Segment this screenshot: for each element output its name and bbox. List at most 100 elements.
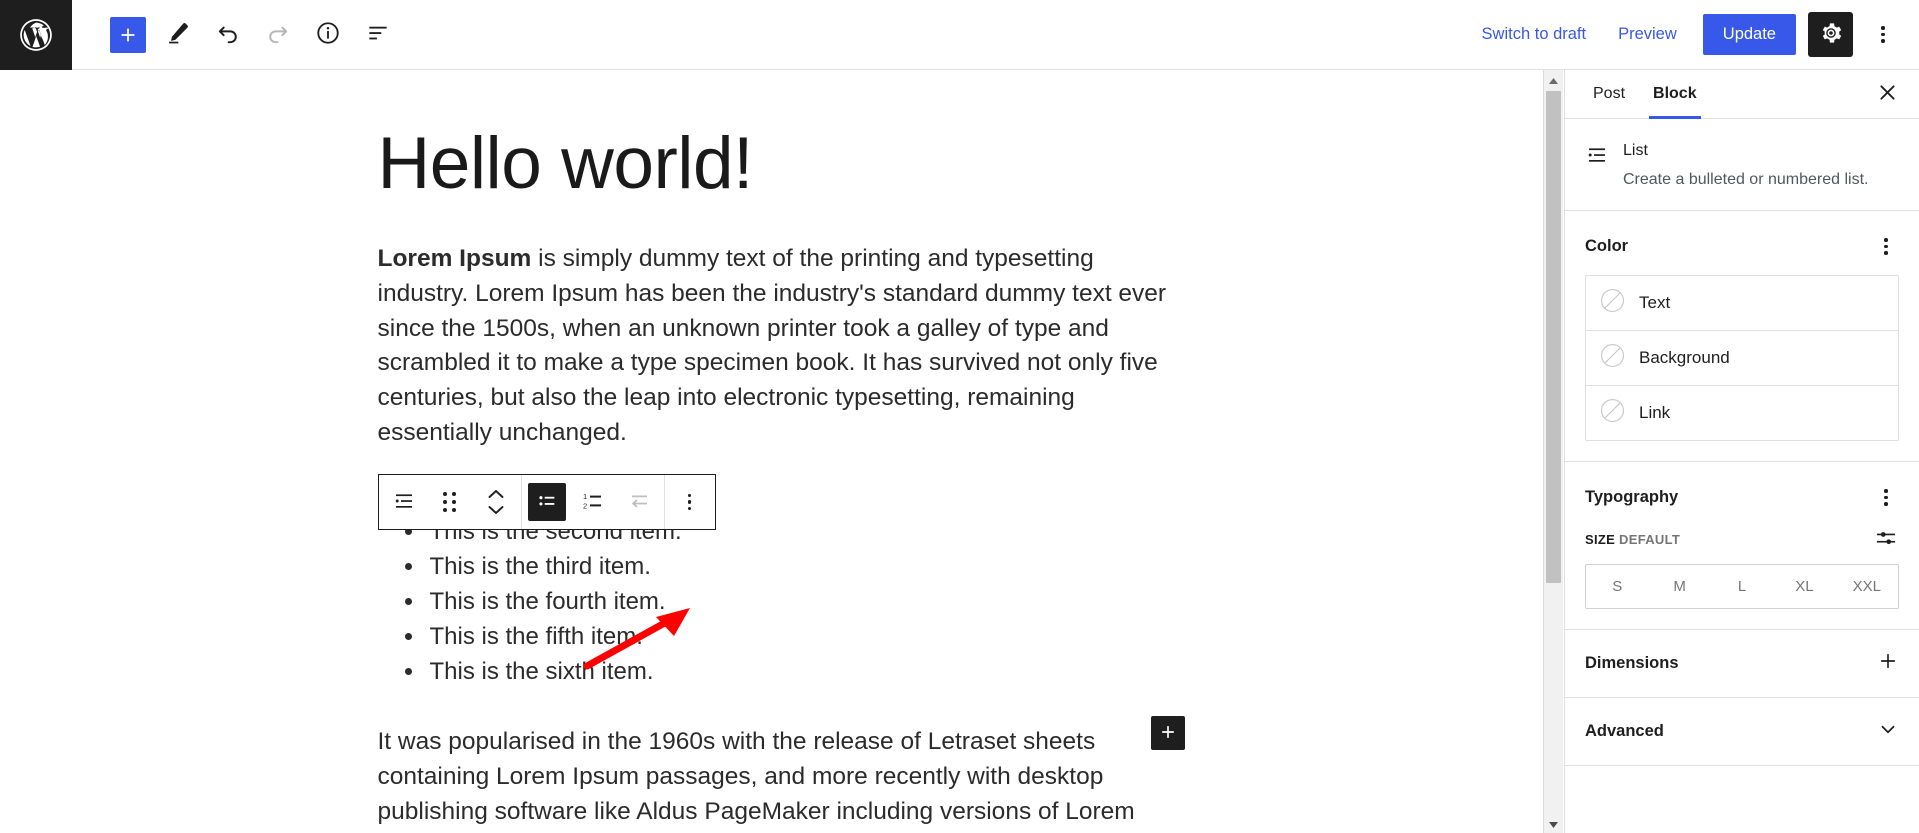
paragraph-bold-lead: Lorem Ipsum: [377, 244, 532, 272]
font-size-s[interactable]: S: [1586, 565, 1648, 608]
scroll-down-button[interactable]: [1544, 814, 1563, 833]
outdent-button[interactable]: [616, 475, 662, 529]
empty-swatch-icon: [1600, 398, 1625, 428]
block-type-list-icon-button[interactable]: [381, 475, 427, 529]
more-options-button[interactable]: [1861, 13, 1905, 57]
block-options-button[interactable]: [667, 475, 713, 529]
wordpress-logo-button[interactable]: [0, 0, 72, 70]
font-size-m[interactable]: M: [1648, 565, 1710, 608]
drag-dots-icon: [443, 492, 456, 512]
block-card-description: Create a bulleted or numbered list.: [1623, 170, 1869, 188]
color-section-header: Color: [1585, 233, 1899, 259]
block-card-text: List Create a bulleted or numbered list.: [1623, 141, 1868, 190]
block-card-title: List: [1623, 142, 1648, 159]
font-size-key: SIZE: [1585, 531, 1616, 547]
undo-arrow-icon: [215, 20, 241, 49]
color-row-background[interactable]: Background: [1586, 331, 1898, 387]
sidebar-tabs: Post Block: [1565, 70, 1919, 119]
typography-section-header: Typography: [1585, 484, 1899, 510]
empty-swatch-icon: [1600, 343, 1625, 373]
scroll-up-button[interactable]: [1544, 70, 1563, 89]
block-toolbar-group-options: [665, 475, 715, 529]
numbered-list-icon: 1 2: [581, 489, 605, 516]
list-item[interactable]: This is the third item.: [426, 550, 1178, 585]
bulleted-list-icon: [536, 490, 558, 515]
block-toolbar-group-block: [379, 475, 522, 529]
font-size-custom-button[interactable]: [1873, 526, 1899, 552]
tab-post[interactable]: Post: [1579, 70, 1639, 118]
typography-options-button[interactable]: [1873, 484, 1899, 510]
plus-icon[interactable]: [1877, 650, 1899, 677]
color-options-list: Text Background Link: [1585, 275, 1899, 442]
edit-tool-button[interactable]: [154, 11, 202, 59]
info-circle-icon: [315, 20, 341, 49]
scroll-down-arrow-icon: [1549, 815, 1558, 833]
unordered-list-button[interactable]: [527, 483, 566, 521]
undo-button[interactable]: [204, 11, 252, 59]
list-view-button[interactable]: [354, 11, 402, 59]
topbar-right-actions: Switch to draft Preview Update: [1468, 12, 1919, 57]
block-inserter-button[interactable]: [1150, 716, 1185, 750]
dimensions-panel-title: Dimensions: [1585, 654, 1679, 673]
switch-to-draft-button[interactable]: Switch to draft: [1468, 17, 1601, 52]
typography-section: Typography SIZE DEFAULT S M L XL XXL: [1565, 462, 1919, 631]
chevron-down-icon[interactable]: [1877, 718, 1899, 745]
paragraph-body: is simply dummy text of the printing and…: [377, 244, 1167, 446]
scroll-thumb[interactable]: [1546, 91, 1561, 583]
chevron-updown-icon: [487, 489, 505, 515]
color-section: Color Text Background Link: [1565, 211, 1919, 463]
ordered-list-button[interactable]: 1 2: [570, 475, 616, 529]
kebab-menu-icon: [1884, 489, 1888, 506]
canvas-scrollbar[interactable]: [1543, 70, 1563, 833]
block-card: List Create a bulleted or numbered list.: [1565, 119, 1919, 212]
kebab-menu-icon: [1884, 238, 1888, 255]
svg-text:1: 1: [583, 492, 587, 501]
gear-icon: [1819, 21, 1843, 48]
color-row-label: Link: [1639, 403, 1671, 423]
dimensions-panel[interactable]: Dimensions: [1565, 630, 1919, 699]
color-row-label: Text: [1639, 293, 1671, 313]
list-block-icon: [392, 489, 416, 516]
pencil-icon: [165, 20, 191, 49]
color-row-link[interactable]: Link: [1586, 386, 1898, 440]
block-toolbar: 1 2: [377, 474, 716, 530]
list-item[interactable]: This is the fifth item.: [426, 620, 1178, 655]
wordpress-logo-icon: [17, 16, 55, 54]
redo-arrow-icon: [265, 20, 291, 49]
add-block-toggle-button[interactable]: [104, 11, 152, 59]
paragraph-block-1[interactable]: Lorem Ipsum is simply dummy text of the …: [378, 242, 1178, 451]
advanced-panel-title: Advanced: [1585, 722, 1664, 741]
font-size-toggle-group: S M L XL XXL: [1585, 564, 1899, 610]
redo-button[interactable]: [254, 11, 302, 59]
tab-block[interactable]: Block: [1639, 70, 1711, 119]
close-sidebar-button[interactable]: [1867, 70, 1907, 118]
block-toolbar-group-format: 1 2: [522, 475, 665, 529]
color-section-title: Color: [1585, 236, 1629, 255]
font-size-l[interactable]: L: [1711, 565, 1773, 608]
list-item[interactable]: This is the fourth item.: [426, 585, 1178, 620]
advanced-panel[interactable]: Advanced: [1565, 698, 1919, 767]
outdent-icon: [627, 489, 651, 516]
settings-button[interactable]: [1808, 12, 1853, 57]
list-item[interactable]: This is the sixth item.: [426, 655, 1178, 690]
editor-canvas[interactable]: Hello world! Lorem Ipsum is simply dummy…: [0, 70, 1555, 833]
preview-button[interactable]: Preview: [1604, 17, 1691, 52]
color-row-label: Background: [1639, 348, 1730, 368]
color-row-text[interactable]: Text: [1586, 276, 1898, 332]
update-button[interactable]: Update: [1702, 14, 1796, 55]
paragraph-block-2[interactable]: It was popularised in the 1960s with the…: [378, 725, 1178, 833]
empty-swatch-icon: [1600, 288, 1625, 318]
details-button[interactable]: [304, 11, 352, 59]
scroll-up-arrow-icon: [1549, 71, 1558, 89]
font-size-xxl[interactable]: XXL: [1836, 565, 1898, 608]
post-title[interactable]: Hello world!: [378, 122, 1178, 206]
font-size-xl[interactable]: XL: [1773, 565, 1835, 608]
drag-handle-button[interactable]: [427, 475, 473, 529]
plus-icon: [1158, 722, 1178, 745]
editor-top-bar: Switch to draft Preview Update: [0, 0, 1919, 70]
kebab-menu-icon: [687, 493, 692, 511]
plus-icon: [110, 16, 146, 53]
move-block-button[interactable]: [473, 475, 519, 529]
color-options-button[interactable]: [1873, 233, 1899, 259]
typography-section-title: Typography: [1585, 487, 1679, 506]
